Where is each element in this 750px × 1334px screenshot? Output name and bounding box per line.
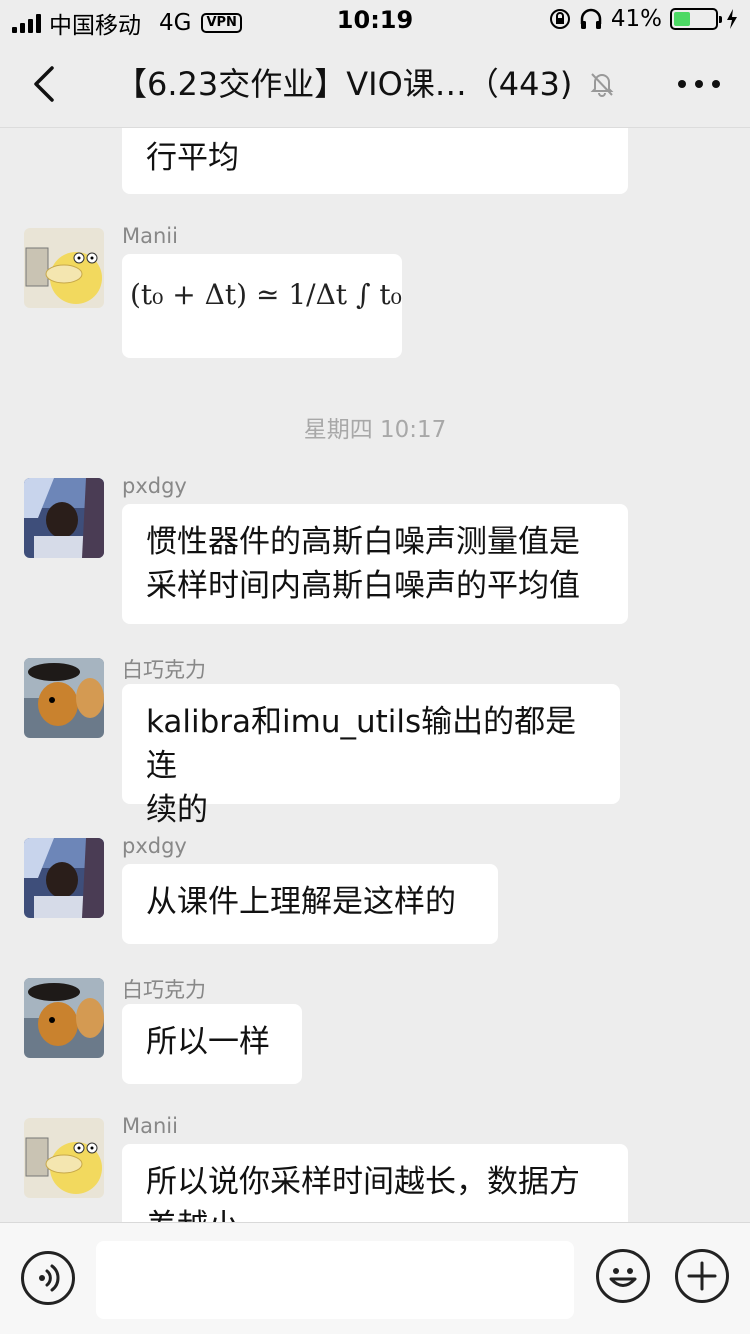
avatar-baiqiaokeli[interactable] <box>24 978 104 1058</box>
sender-name: 白巧克力 <box>122 978 206 1002</box>
message-bubble[interactable]: 所以一样 <box>122 1004 302 1084</box>
emoji-button[interactable] <box>596 1249 650 1303</box>
avatar-pxdgy[interactable] <box>24 838 104 918</box>
message-bubble[interactable]: kalibra和imu_utils输出的都是连 续的 <box>122 684 620 828</box>
sender-name: Manii <box>122 224 178 248</box>
chat-area[interactable]: 行平均 Manii (t₀ + Δt) ≃ 1/Δt ∫ t₀ → t₀ 星期四… <box>0 128 750 1222</box>
battery-fill <box>674 12 691 26</box>
timestamp: 星期四 10:17 <box>303 417 447 443</box>
message-text-line: 差越小 <box>146 1204 604 1222</box>
battery-percent: 41% <box>610 6 662 32</box>
input-bar <box>0 1222 750 1334</box>
nav-bar: 【6.23交作业】VIO课…（443) <box>0 40 750 128</box>
psyduck-avatar-icon <box>24 1118 104 1198</box>
back-arrow-icon[interactable] <box>24 60 68 108</box>
message-text: 行平均 <box>146 140 239 176</box>
anime-avatar-icon <box>24 478 104 558</box>
charging-icon <box>727 9 737 29</box>
rotation-lock-icon <box>549 9 570 29</box>
avatar-baiqiaokeli[interactable] <box>24 658 104 738</box>
cat-avatar-icon <box>24 658 104 738</box>
message-text-line: 续的 <box>146 792 208 828</box>
avatar-manii[interactable] <box>24 1118 104 1198</box>
plus-icon <box>687 1261 717 1291</box>
avatar-manii[interactable] <box>24 228 104 308</box>
message-text-line: 所以说你采样时间越长，数据方 <box>146 1164 580 1200</box>
headphones-icon <box>580 8 602 29</box>
formula-text: (t₀ + Δt) ≃ 1/Δt ∫ t₀ → t₀ <box>130 278 402 311</box>
sender-name: pxdgy <box>122 474 187 498</box>
sender-name: pxdgy <box>122 834 187 858</box>
message-text: 所以一样 <box>146 1024 270 1060</box>
chat-title: 【6.23交作业】VIO课…（443) <box>115 65 573 103</box>
anime-avatar-icon <box>24 838 104 918</box>
battery-icon <box>670 8 722 30</box>
message-bubble[interactable]: 惯性器件的高斯白噪声测量值是 采样时间内高斯白噪声的平均值 <box>122 504 628 624</box>
mute-bell-icon <box>590 73 614 97</box>
more-icon[interactable] <box>678 74 720 94</box>
message-text-line: kalibra和imu_utils输出的都是连 <box>146 704 577 784</box>
formula-image[interactable]: (t₀ + Δt) ≃ 1/Δt ∫ t₀ → t₀ <box>122 254 402 358</box>
plus-button[interactable] <box>675 1249 729 1303</box>
message-bubble-partial[interactable]: 行平均 <box>122 128 628 194</box>
avatar-pxdgy[interactable] <box>24 478 104 558</box>
message-text: 从课件上理解是这样的 <box>146 884 456 920</box>
status-right: 41% <box>549 6 738 32</box>
message-text-line: 采样时间内高斯白噪声的平均值 <box>146 568 580 604</box>
message-bubble[interactable]: 所以说你采样时间越长，数据方 差越小 <box>122 1144 628 1222</box>
voice-icon <box>39 1264 60 1292</box>
cat-avatar-icon <box>24 978 104 1058</box>
emoji-icon <box>609 1268 637 1287</box>
sender-name: Manii <box>122 1114 178 1138</box>
voice-button[interactable] <box>21 1251 75 1305</box>
message-text-line: 惯性器件的高斯白噪声测量值是 <box>146 524 580 560</box>
sender-name: 白巧克力 <box>122 658 206 682</box>
message-bubble[interactable]: 从课件上理解是这样的 <box>122 864 498 944</box>
message-input[interactable] <box>96 1241 574 1319</box>
psyduck-avatar-icon <box>24 228 104 308</box>
status-bar: 中国移动 4G VPN 10:19 41% <box>0 0 750 40</box>
